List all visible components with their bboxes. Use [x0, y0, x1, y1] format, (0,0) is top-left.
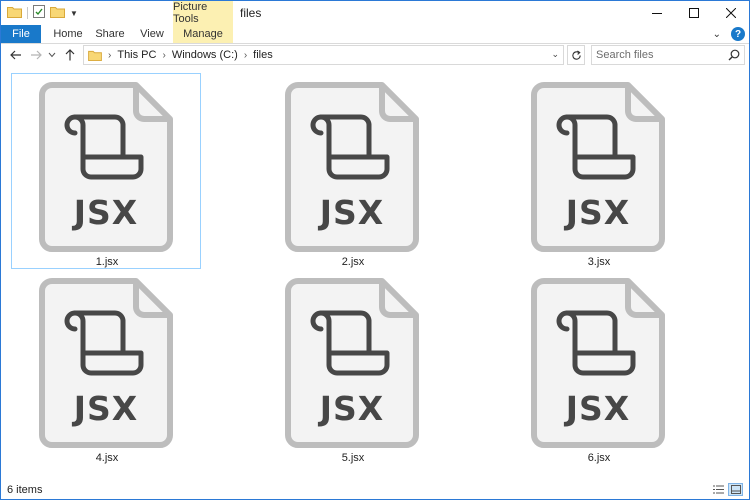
jsx-file-icon: JSX: [284, 81, 420, 253]
properties-icon[interactable]: [33, 5, 45, 21]
maximize-icon: [688, 8, 699, 18]
expand-ribbon-chevron-icon[interactable]: ⌄: [713, 29, 721, 40]
folder-icon[interactable]: [7, 6, 22, 21]
explorer-window: ▼ Picture Tools files File Home Share Vi…: [0, 0, 750, 500]
window-title: files: [240, 6, 262, 20]
arrow-up-icon: [65, 49, 75, 61]
file-item-1[interactable]: JSX 1.jsx: [11, 73, 201, 269]
jsx-file-icon: JSX: [530, 81, 666, 253]
navigation-bar: › This PC › Windows (C:) › files ⌄: [1, 44, 749, 67]
toolbar-divider: [27, 7, 28, 19]
address-bar[interactable]: › This PC › Windows (C:) › files ⌄: [83, 45, 564, 65]
chevron-down-icon: [48, 52, 56, 58]
minimize-button[interactable]: [638, 1, 675, 25]
file-type-label: JSX: [73, 193, 139, 232]
close-icon: [725, 8, 736, 18]
file-name: 6.jsx: [587, 452, 611, 464]
status-bar: 6 items: [1, 481, 749, 499]
file-name: 3.jsx: [587, 256, 611, 268]
breadcrumb-files[interactable]: files: [253, 49, 273, 61]
file-type-label: JSX: [565, 389, 631, 428]
ribbon-tabs: File Home Share View Manage ⌄ ?: [1, 25, 749, 43]
back-button[interactable]: [7, 46, 25, 64]
jsx-file-icon: JSX: [38, 81, 174, 253]
close-button[interactable]: [712, 1, 749, 25]
quick-access-toolbar: ▼: [7, 5, 78, 21]
tab-share[interactable]: Share: [89, 25, 131, 43]
tab-home[interactable]: Home: [47, 25, 89, 43]
search-input[interactable]: [596, 49, 726, 61]
help-icon[interactable]: ?: [731, 27, 745, 41]
breadcrumb-separator-icon: ›: [162, 49, 166, 61]
breadcrumb-separator-icon: ›: [243, 49, 248, 61]
customize-toolbar-chevron-icon[interactable]: ▼: [70, 9, 78, 18]
view-toggles: [711, 483, 743, 496]
breadcrumb-windows-c[interactable]: Windows (C:): [172, 49, 238, 61]
new-folder-icon[interactable]: [50, 6, 65, 21]
forward-button[interactable]: [27, 46, 45, 64]
up-button[interactable]: [61, 46, 79, 64]
arrow-left-icon: [10, 50, 21, 60]
jsx-file-icon: JSX: [284, 277, 420, 449]
jsx-file-icon: JSX: [530, 277, 666, 449]
details-view-button[interactable]: [711, 483, 726, 496]
tab-file[interactable]: File: [1, 25, 41, 43]
search-icon: [728, 49, 740, 61]
tab-view[interactable]: View: [133, 25, 171, 43]
breadcrumb-separator-icon: ›: [108, 49, 112, 61]
large-icons-view-icon: [730, 485, 741, 494]
jsx-file-icon: JSX: [38, 277, 174, 449]
file-name: 5.jsx: [341, 452, 365, 464]
tab-manage[interactable]: Manage: [173, 25, 233, 43]
large-icons-view-button[interactable]: [728, 483, 743, 496]
file-name: 2.jsx: [341, 256, 365, 268]
file-item-4[interactable]: JSX 4.jsx: [11, 269, 201, 465]
file-type-label: JSX: [319, 389, 385, 428]
search-box[interactable]: [591, 45, 745, 65]
file-type-label: JSX: [319, 193, 385, 232]
file-item-3[interactable]: JSX 3.jsx: [503, 73, 693, 269]
arrow-right-icon: [31, 50, 42, 60]
address-history-chevron-icon[interactable]: ⌄: [551, 49, 559, 60]
item-count: 6 items: [7, 484, 43, 496]
refresh-button[interactable]: [567, 45, 585, 65]
minimize-icon: [651, 13, 662, 14]
file-name: 4.jsx: [95, 452, 119, 464]
title-bar: ▼ Picture Tools files: [1, 1, 749, 25]
file-type-label: JSX: [565, 193, 631, 232]
folder-icon: [88, 50, 102, 61]
details-view-icon: [713, 485, 724, 494]
ribbon-right-controls: ⌄ ?: [713, 26, 745, 42]
file-item-6[interactable]: JSX 6.jsx: [503, 269, 693, 465]
window-controls: [638, 1, 749, 25]
file-item-2[interactable]: JSX 2.jsx: [257, 73, 447, 269]
breadcrumb-this-pc[interactable]: This PC: [117, 49, 156, 61]
maximize-button[interactable]: [675, 1, 712, 25]
picture-tools-context-label: Picture Tools: [173, 1, 233, 25]
recent-locations-button[interactable]: [46, 46, 58, 64]
file-list: JSX 1.jsx JSX 2.jsx JSX 3.jsx JSX 4.jsx …: [1, 67, 749, 481]
refresh-icon: [571, 49, 581, 60]
file-name: 1.jsx: [95, 256, 119, 268]
file-item-5[interactable]: JSX 5.jsx: [257, 269, 447, 465]
file-type-label: JSX: [73, 389, 139, 428]
